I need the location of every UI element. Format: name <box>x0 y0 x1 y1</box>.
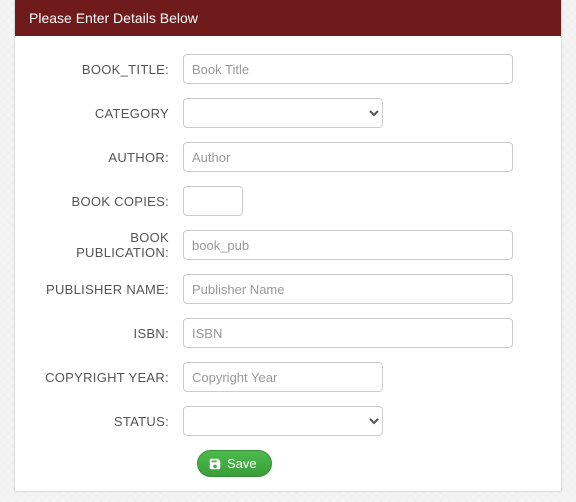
row-category: CATEGORY <box>43 98 533 128</box>
row-book-pub: BOOK PUBLICATION: <box>43 230 533 260</box>
row-copyright: COPYRIGHT YEAR: <box>43 362 533 392</box>
input-publisher[interactable] <box>183 274 513 304</box>
row-author: AUTHOR: <box>43 142 533 172</box>
input-author[interactable] <box>183 142 513 172</box>
save-button-label: Save <box>227 456 257 471</box>
form-panel: Please Enter Details Below BOOK_TITLE: C… <box>14 0 562 492</box>
input-isbn[interactable] <box>183 318 513 348</box>
label-isbn: ISBN: <box>43 326 183 341</box>
row-book-copies: BOOK COPIES: <box>43 186 533 216</box>
select-category[interactable] <box>183 98 383 128</box>
button-row: Save <box>197 450 533 477</box>
form-body: BOOK_TITLE: CATEGORY AUTHOR: BOOK COPIES… <box>15 36 561 491</box>
save-icon <box>208 457 222 471</box>
input-book-copies[interactable] <box>183 186 243 216</box>
input-book-pub[interactable] <box>183 230 513 260</box>
select-status[interactable] <box>183 406 383 436</box>
row-status: STATUS: <box>43 406 533 436</box>
label-publisher: PUBLISHER NAME: <box>43 282 183 297</box>
label-copyright: COPYRIGHT YEAR: <box>43 370 183 385</box>
panel-header: Please Enter Details Below <box>15 0 561 36</box>
row-publisher: PUBLISHER NAME: <box>43 274 533 304</box>
label-book-title: BOOK_TITLE: <box>43 62 183 77</box>
panel-title: Please Enter Details Below <box>29 10 198 26</box>
label-book-pub: BOOK PUBLICATION: <box>43 230 183 260</box>
label-author: AUTHOR: <box>43 150 183 165</box>
input-copyright[interactable] <box>183 362 383 392</box>
row-isbn: ISBN: <box>43 318 533 348</box>
label-book-copies: BOOK COPIES: <box>43 194 183 209</box>
row-book-title: BOOK_TITLE: <box>43 54 533 84</box>
save-button[interactable]: Save <box>197 450 272 477</box>
label-status: STATUS: <box>43 414 183 429</box>
input-book-title[interactable] <box>183 54 513 84</box>
label-category: CATEGORY <box>43 106 183 121</box>
